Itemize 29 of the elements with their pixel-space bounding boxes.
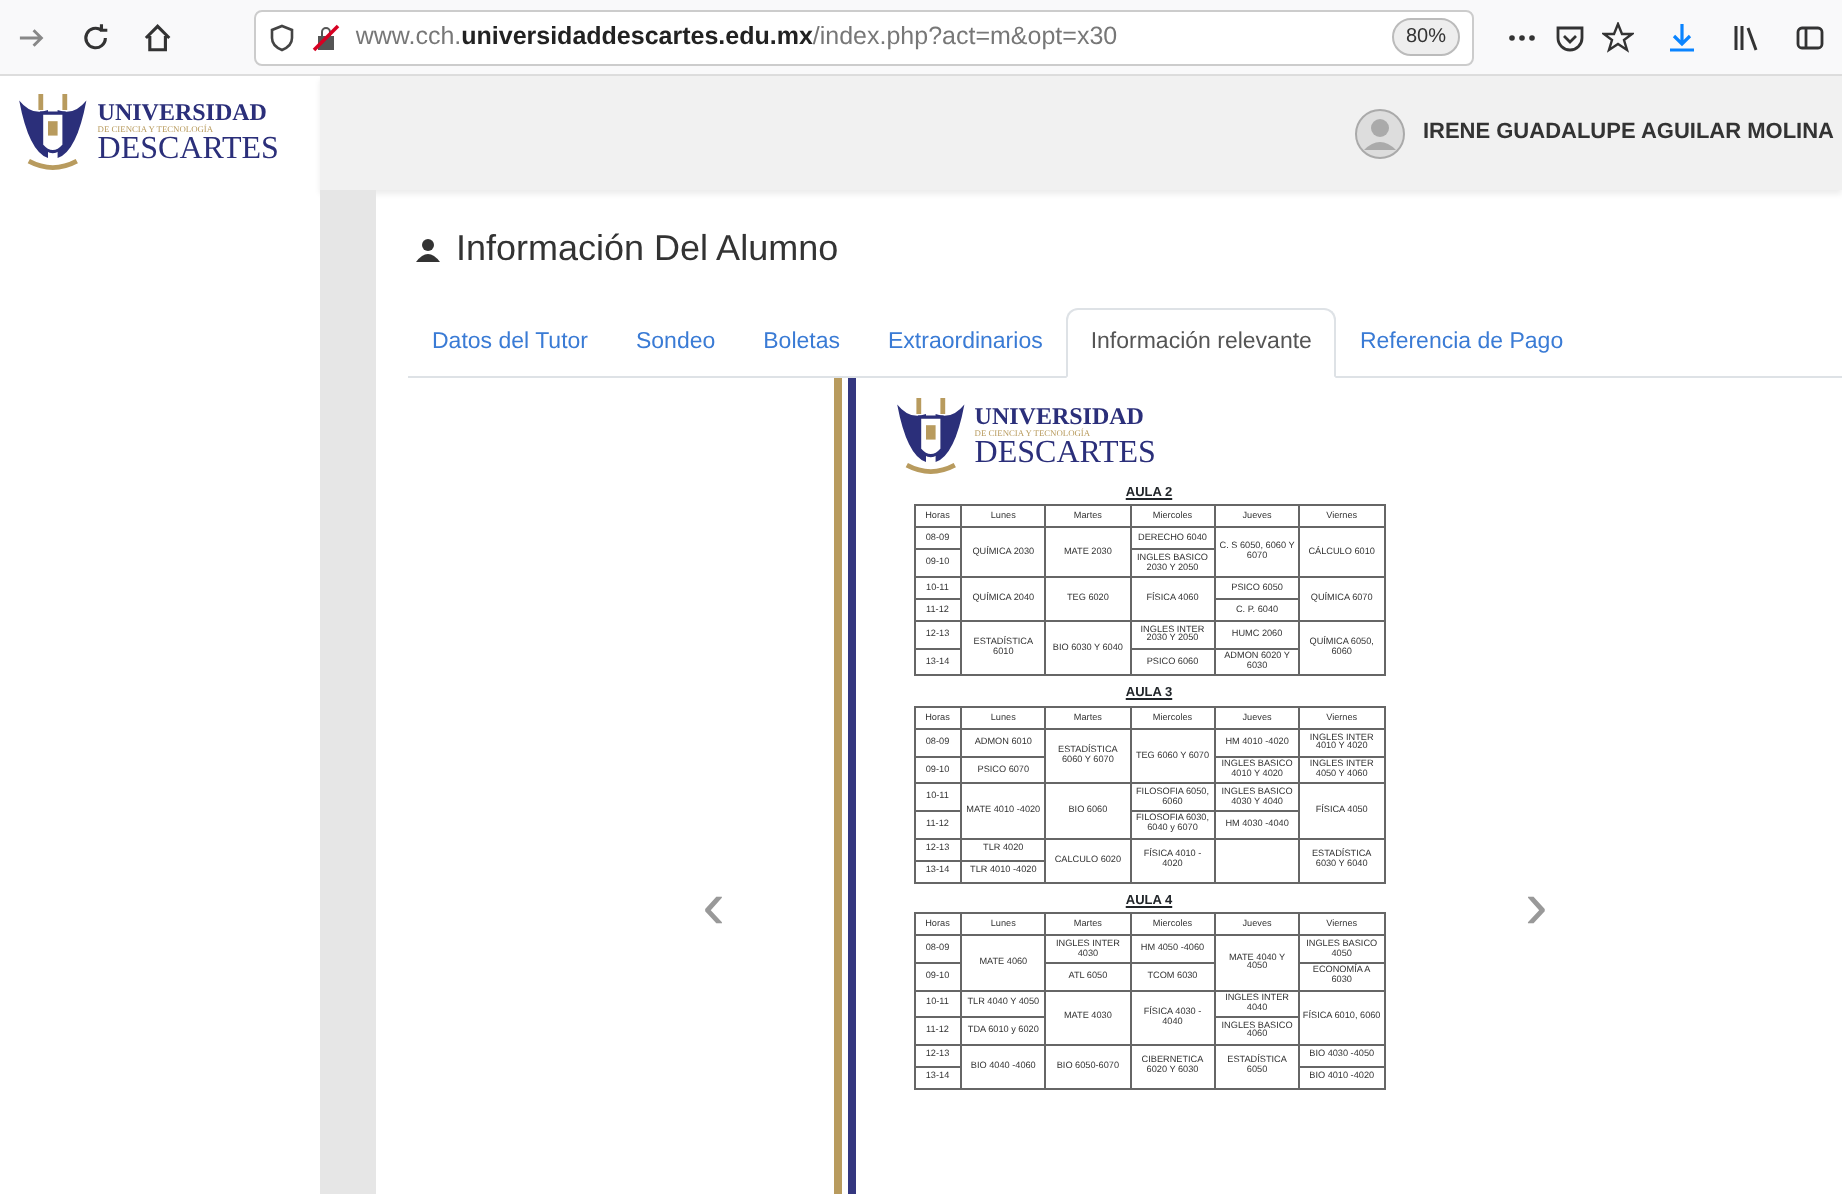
tab[interactable]: Boletas [739,308,864,379]
user-icon [416,237,440,261]
table-cell [1214,838,1300,883]
logo-text: UNIVERSIDAD [97,99,267,124]
logo-text: DESCARTES [974,438,1156,471]
reload-icon[interactable] [79,21,111,53]
insecure-lock-icon[interactable] [311,23,340,51]
shield-icon[interactable] [267,23,296,51]
tab[interactable]: Extraordinarios [864,308,1067,379]
library-icon[interactable] [1730,21,1762,53]
sidebar-icon[interactable] [1794,21,1826,53]
crest-icon [16,94,90,172]
tab[interactable]: Datos del Tutor [408,308,612,379]
tab[interactable]: Información relevante [1066,308,1336,379]
avatar-icon [1354,107,1407,159]
url-text[interactable]: www.cch.universidaddescartes.edu.mx/index.php?act=m&opt=x30 [355,18,1376,56]
zoom-level[interactable]: 80% [1391,18,1460,56]
logo-text: DESCARTES [97,134,279,167]
home-icon[interactable] [142,21,174,53]
star-icon[interactable] [1602,21,1634,53]
tab[interactable]: Referencia de Pago [1335,308,1588,379]
tab[interactable]: Sondeo [611,308,740,379]
page-title: Información Del Alumno [456,226,839,272]
url-field[interactable]: www.cch.universidaddescartes.edu.mx/index.php?act=m&opt=x30 80% [253,9,1474,65]
crest-icon [893,398,967,476]
logo-text: UNIVERSIDAD [974,403,1144,428]
download-icon[interactable] [1666,21,1698,53]
pocket-icon[interactable] [1554,21,1586,53]
user-name: IRENE GUADALUPE AGUILAR MOLINA [1422,118,1834,149]
